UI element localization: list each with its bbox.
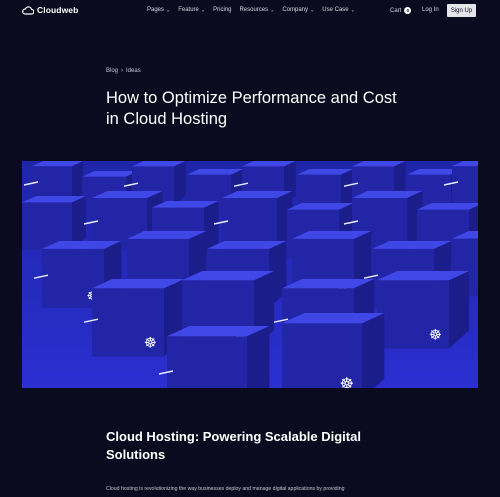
- chevron-down-icon: ⌄: [270, 7, 275, 14]
- cart-count-badge: 0: [404, 7, 412, 14]
- logo-text: Cloudweb: [37, 5, 79, 15]
- breadcrumb-blog-link[interactable]: Blog: [106, 68, 118, 74]
- cube-shape: ☸: [282, 313, 385, 388]
- login-link[interactable]: Log In: [422, 7, 439, 13]
- chevron-down-icon: ⌄: [350, 7, 355, 14]
- breadcrumb-ideas-link[interactable]: Ideas: [126, 68, 141, 74]
- menu-item-company[interactable]: Company ⌄: [282, 7, 315, 14]
- svg-text:☸: ☸: [144, 335, 157, 351]
- page-title: How to Optimize Performance and Cost in …: [106, 89, 397, 128]
- cloud-logo-icon: [22, 5, 34, 15]
- menu-item-pricing[interactable]: Pricing: [213, 7, 231, 13]
- cart-label: Cart: [390, 7, 402, 14]
- cart-button[interactable]: Cart 0: [390, 7, 412, 14]
- menu-item-use-case[interactable]: Use Case ⌄: [322, 7, 355, 14]
- cube-shape: ☸: [167, 326, 270, 388]
- menu-item-label: Pages: [147, 7, 165, 13]
- menu-item-label: Pricing: [213, 7, 232, 13]
- chevron-right-icon: ›: [121, 68, 124, 74]
- section-heading: Cloud Hosting: Powering Scalable Digital…: [106, 429, 361, 462]
- svg-text:☸: ☸: [225, 387, 239, 388]
- breadcrumb: Blog › Ideas: [106, 68, 141, 74]
- svg-text:☸: ☸: [340, 374, 354, 388]
- cube-shape: ☸: [377, 271, 470, 349]
- logo[interactable]: Cloudweb: [22, 5, 78, 15]
- main-menu: Pages ⌄ Feature ⌄ Pricing Resources ⌄ Compa…: [147, 7, 363, 14]
- menu-item-resources[interactable]: Resources ⌄: [239, 7, 275, 14]
- chevron-down-icon: ⌄: [200, 7, 206, 14]
- menu-item-feature[interactable]: Feature ⌄: [178, 7, 206, 14]
- menu-item-label: Use Case: [322, 7, 349, 13]
- menu-item-label: Company: [282, 7, 309, 13]
- intro-paragraph: Cloud hosting is revolutionizing the way…: [106, 486, 345, 492]
- menu-item-label: Feature: [178, 7, 199, 13]
- svg-text:☸: ☸: [429, 327, 442, 343]
- top-navigation: Cloudweb Pages ⌄ Feature ⌄ Pricing Resourc…: [0, 0, 500, 22]
- chevron-down-icon: ⌄: [166, 7, 171, 14]
- hero-image: ☸☸☸☸☸☸☸☸☸☸☸☸: [22, 161, 478, 388]
- signup-button[interactable]: Sign Up: [447, 4, 476, 17]
- chevron-down-icon: ⌄: [310, 7, 315, 14]
- hero-illustration: ☸☸☸☸☸☸☸☸☸☸☸☸: [22, 161, 478, 388]
- menu-item-label: Resources: [239, 7, 269, 13]
- menu-item-pages[interactable]: Pages ⌄: [147, 7, 171, 14]
